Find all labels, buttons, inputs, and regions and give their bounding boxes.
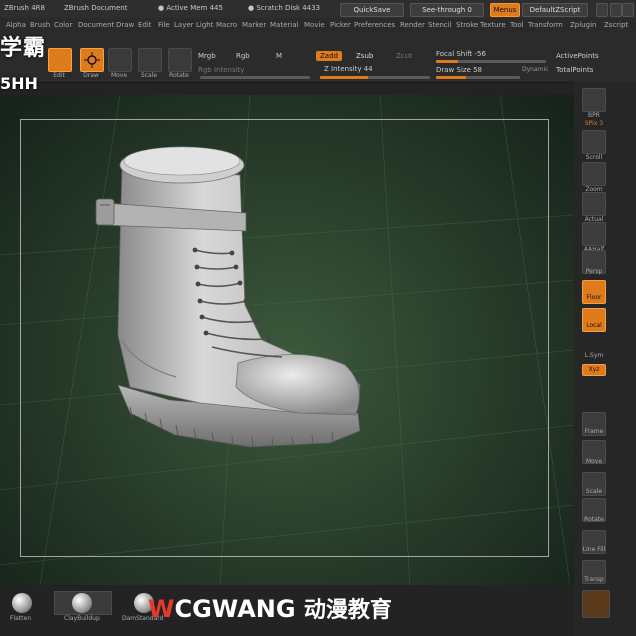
window-close-icon[interactable] xyxy=(622,3,634,17)
menu-item[interactable]: Light xyxy=(196,21,213,29)
draw-icon xyxy=(84,52,100,68)
scale-view-label: Scale xyxy=(585,488,603,495)
menus-toggle[interactable]: Menus xyxy=(490,3,520,17)
menu-item[interactable]: Stroke xyxy=(456,21,478,29)
bpr-label: BPR xyxy=(588,112,600,119)
polyframe-button[interactable] xyxy=(582,590,610,618)
menu-item[interactable]: Draw xyxy=(116,21,134,29)
quicksave-button[interactable]: QuickSave xyxy=(340,3,404,17)
z-intensity-slider[interactable]: Z Intensity 44 xyxy=(324,65,373,73)
menu-item[interactable]: Marker xyxy=(242,21,266,29)
draw-size-fill xyxy=(436,76,466,79)
window-minimize-icon[interactable] xyxy=(596,3,608,17)
menu-item[interactable]: Movie xyxy=(304,21,325,29)
right-shelf: BPR SPix 3 Scroll Zoom Actual AAHalf Per… xyxy=(574,82,636,636)
actual-button[interactable] xyxy=(582,192,606,216)
brush-thumbnail[interactable] xyxy=(12,593,32,613)
move-mode-button[interactable] xyxy=(108,48,132,72)
mrgb-toggle[interactable]: Mrgb xyxy=(198,52,216,60)
lsym-toggle[interactable]: L.Sym xyxy=(578,352,610,359)
menu-item[interactable]: Render xyxy=(400,21,425,29)
scroll-button[interactable] xyxy=(582,130,606,154)
transp-label: Transp xyxy=(584,576,604,583)
watermark-logo: 学霸 xyxy=(0,36,47,61)
brand-name: CGWANG xyxy=(174,595,296,623)
m-toggle[interactable]: M xyxy=(276,52,282,60)
menu-item[interactable]: Layer xyxy=(174,21,194,29)
scale-label: Scale xyxy=(140,72,158,79)
active-mem-readout: ● Active Mem 445 xyxy=(158,4,223,12)
rgb-toggle[interactable]: Rgb xyxy=(236,52,250,60)
dynamic-toggle[interactable]: Dynamic xyxy=(522,66,548,73)
draw-label: Draw xyxy=(83,72,99,79)
menu-item[interactable]: Transform xyxy=(528,21,563,29)
spix-slider[interactable]: SPix 3 xyxy=(578,120,610,127)
move-label: Move xyxy=(110,72,128,79)
rotate-mode-button[interactable] xyxy=(168,48,192,72)
active-points-readout: ActivePoints xyxy=(556,52,599,60)
see-through-slider[interactable]: See-through 0 xyxy=(410,3,484,17)
top-shelf: Edit Draw Move Scale Rotate Mrgb Rgb M R… xyxy=(0,32,636,83)
document-title: ZBrush Document xyxy=(64,4,128,12)
focal-shift-slider[interactable]: Focal Shift -56 xyxy=(436,50,486,58)
xyz-label: Xyz xyxy=(588,366,600,373)
rgb-intensity-slider[interactable]: Rgb Intensity xyxy=(198,66,244,74)
rotate-view-label: Rotate xyxy=(584,516,604,523)
move-view-label: Move xyxy=(585,458,603,465)
menu-item[interactable]: Alpha xyxy=(6,21,26,29)
default-zscript-button[interactable]: DefaultZScript xyxy=(522,3,588,17)
watermark-code: 5HH xyxy=(0,74,38,93)
boot-model[interactable] xyxy=(0,95,574,585)
menu-item[interactable]: Stencil xyxy=(428,21,452,29)
scroll-label: Scroll xyxy=(585,154,603,161)
main-menu: Alpha Brush Color Document Draw Edit Fil… xyxy=(0,18,636,32)
menu-item[interactable]: Picker xyxy=(330,21,351,29)
zcut-toggle[interactable]: Zcut xyxy=(392,51,416,61)
local-label: Local xyxy=(586,322,602,329)
frame-label: Frame xyxy=(584,428,604,435)
window-maximize-icon[interactable] xyxy=(610,3,622,17)
zsub-toggle[interactable]: Zsub xyxy=(352,51,377,61)
menu-item[interactable]: File xyxy=(158,21,170,29)
menu-item[interactable]: Zscript xyxy=(604,21,628,29)
floor-label: Floor xyxy=(586,294,602,301)
edit-label: Edit xyxy=(53,72,65,79)
brand-w: W xyxy=(148,595,175,623)
total-points-readout: TotalPoints xyxy=(556,66,594,74)
canvas-viewport[interactable] xyxy=(0,95,574,585)
draw-mode-button[interactable] xyxy=(80,48,104,72)
claybuildup-thumbnail[interactable] xyxy=(72,593,92,613)
app-version: ZBrush 4R8 xyxy=(4,4,45,12)
brush-label: Flatten xyxy=(10,615,31,622)
menu-item[interactable]: Edit xyxy=(138,21,152,29)
menu-item[interactable]: Texture xyxy=(480,21,506,29)
zoom-button[interactable] xyxy=(582,162,606,186)
edit-mode-button[interactable] xyxy=(48,48,72,72)
menu-item[interactable]: Brush xyxy=(30,21,50,29)
scale-mode-button[interactable] xyxy=(138,48,162,72)
z-intensity-fill xyxy=(320,76,368,79)
title-bar: ZBrush 4R8 ZBrush Document ● Active Mem … xyxy=(0,0,636,19)
zadd-toggle[interactable]: Zadd xyxy=(316,51,342,61)
menu-item[interactable]: Preferences xyxy=(354,21,395,29)
persp-label: Persp xyxy=(585,268,603,275)
aahalf-button[interactable] xyxy=(582,222,606,246)
focal-shift-fill xyxy=(436,60,458,63)
draw-size-slider[interactable]: Draw Size 58 xyxy=(436,66,482,74)
rgb-intensity-track[interactable] xyxy=(200,76,310,79)
brand-watermark: WCGWANG 动漫教育 xyxy=(148,592,392,624)
bpr-button[interactable] xyxy=(582,88,606,112)
menu-item[interactable]: Material xyxy=(270,21,298,29)
claybuildup-label: ClayBuildup xyxy=(64,615,100,622)
rotate-label: Rotate xyxy=(169,72,189,79)
menu-item[interactable]: Tool xyxy=(510,21,524,29)
line-fill-label: Line Fill xyxy=(582,546,606,553)
scratch-disk-readout: ● Scratch Disk 4433 xyxy=(248,4,321,12)
brand-chinese: 动漫教育 xyxy=(303,598,392,623)
menu-item[interactable]: Color xyxy=(54,21,72,29)
menu-item[interactable]: Document xyxy=(78,21,114,29)
menu-item[interactable]: Macro xyxy=(216,21,237,29)
menu-item[interactable]: Zplugin xyxy=(570,21,596,29)
